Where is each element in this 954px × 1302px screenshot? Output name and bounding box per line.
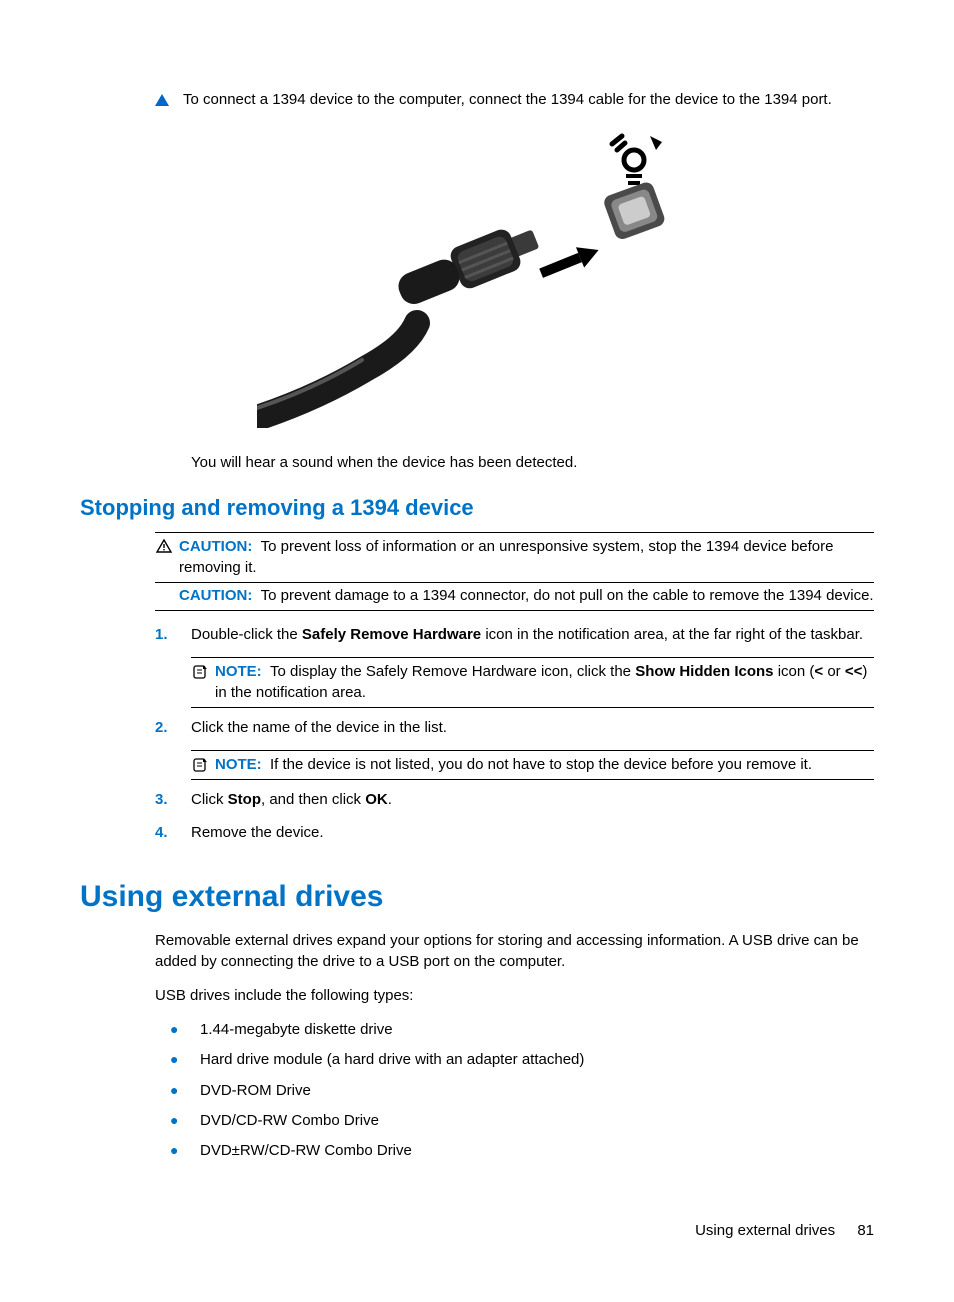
caution-1-label: CAUTION: <box>179 538 252 555</box>
caution-icon <box>155 537 173 578</box>
page-footer: Using external drives 81 <box>80 1221 874 1241</box>
note-icon-2 <box>191 755 209 775</box>
heading-using-external-drives: Using external drives <box>80 877 874 918</box>
note-1-label: NOTE: <box>215 663 262 680</box>
para1: Removable external drives expand your op… <box>155 931 874 972</box>
procedure-step: To connect a 1394 device to the computer… <box>155 90 874 110</box>
ol-num-1: 1. <box>155 625 191 645</box>
caution-2-text: To prevent damage to a 1394 connector, d… <box>261 587 874 604</box>
caution-spacer <box>155 586 173 606</box>
note1-mid2: or <box>823 663 845 680</box>
note-2-label: NOTE: <box>215 756 262 773</box>
page-number: 81 <box>857 1222 874 1239</box>
caution-1-text: To prevent loss of information or an unr… <box>179 538 834 575</box>
firewire-cable-illustration <box>80 128 874 434</box>
note-1-body: NOTE: To display the Safely Remove Hardw… <box>215 662 874 703</box>
step3-post: . <box>388 791 392 808</box>
bullet-0: 1.44-megabyte diskette drive <box>200 1020 393 1040</box>
triangle-bullet-icon <box>155 94 169 106</box>
note-box-2: NOTE: If the device is not listed, you d… <box>191 750 874 780</box>
ol-num-3: 3. <box>155 790 191 810</box>
bullet-item: ●DVD±RW/CD-RW Combo Drive <box>170 1141 874 1161</box>
step3-bold: Stop <box>228 791 261 808</box>
note-2-body: NOTE: If the device is not listed, you d… <box>215 755 874 775</box>
ol-body-1: Double-click the Safely Remove Hardware … <box>191 625 874 645</box>
note2-text: If the device is not listed, you do not … <box>270 756 812 773</box>
step3-bold2: OK <box>365 791 388 808</box>
bullet-item: ●Hard drive module (a hard drive with an… <box>170 1050 874 1070</box>
caution-2-body: CAUTION: To prevent damage to a 1394 con… <box>179 586 874 606</box>
note1-bold: Show Hidden Icons <box>635 663 773 680</box>
note1-pre: To display the Safely Remove Hardware ic… <box>270 663 635 680</box>
ol-body-3: Click Stop, and then click OK. <box>191 790 874 810</box>
bullet-dot-icon: ● <box>170 1081 200 1101</box>
bullet-item: ●DVD-ROM Drive <box>170 1081 874 1101</box>
caution-box-1: CAUTION: To prevent loss of information … <box>155 532 874 583</box>
bullet-dot-icon: ● <box>170 1141 200 1161</box>
ol-step-4: 4. Remove the device. <box>155 823 874 843</box>
bullet-item: ●DVD/CD-RW Combo Drive <box>170 1111 874 1131</box>
ol-num-2: 2. <box>155 718 191 738</box>
heading-stopping-removing: Stopping and removing a 1394 device <box>80 493 874 523</box>
ol-step-3: 3. Click Stop, and then click OK. <box>155 790 874 810</box>
bullet-dot-icon: ● <box>170 1050 200 1070</box>
after-image-text: You will hear a sound when the device ha… <box>191 453 874 473</box>
note1-mid: icon ( <box>774 663 815 680</box>
bullet-4: DVD±RW/CD-RW Combo Drive <box>200 1141 412 1161</box>
step3-mid: , and then click <box>261 791 365 808</box>
bullet-3: DVD/CD-RW Combo Drive <box>200 1111 379 1131</box>
step-text: To connect a 1394 device to the computer… <box>183 90 874 110</box>
caution-2-label: CAUTION: <box>179 587 252 604</box>
note1-bold3: << <box>845 663 863 680</box>
ol-body-2: Click the name of the device in the list… <box>191 718 874 738</box>
ol-step-1: 1. Double-click the Safely Remove Hardwa… <box>155 625 874 645</box>
step1-post: icon in the notification area, at the fa… <box>481 626 863 643</box>
bullet-dot-icon: ● <box>170 1111 200 1131</box>
ol-body-4: Remove the device. <box>191 823 874 843</box>
note1-bold2: < <box>814 663 823 680</box>
bullet-2: DVD-ROM Drive <box>200 1081 311 1101</box>
caution-1-body: CAUTION: To prevent loss of information … <box>179 537 874 578</box>
step1-bold: Safely Remove Hardware <box>302 626 481 643</box>
step1-pre: Double-click the <box>191 626 302 643</box>
para2: USB drives include the following types: <box>155 986 874 1006</box>
caution-box-2: CAUTION: To prevent damage to a 1394 con… <box>155 586 874 611</box>
step3-pre: Click <box>191 791 228 808</box>
bullet-item: ●1.44-megabyte diskette drive <box>170 1020 874 1040</box>
footer-text: Using external drives <box>695 1222 835 1239</box>
bullet-dot-icon: ● <box>170 1020 200 1040</box>
note-icon <box>191 662 209 703</box>
ol-num-4: 4. <box>155 823 191 843</box>
ol-step-2: 2. Click the name of the device in the l… <box>155 718 874 738</box>
note-box-1: NOTE: To display the Safely Remove Hardw… <box>191 657 874 708</box>
bullet-1: Hard drive module (a hard drive with an … <box>200 1050 584 1070</box>
